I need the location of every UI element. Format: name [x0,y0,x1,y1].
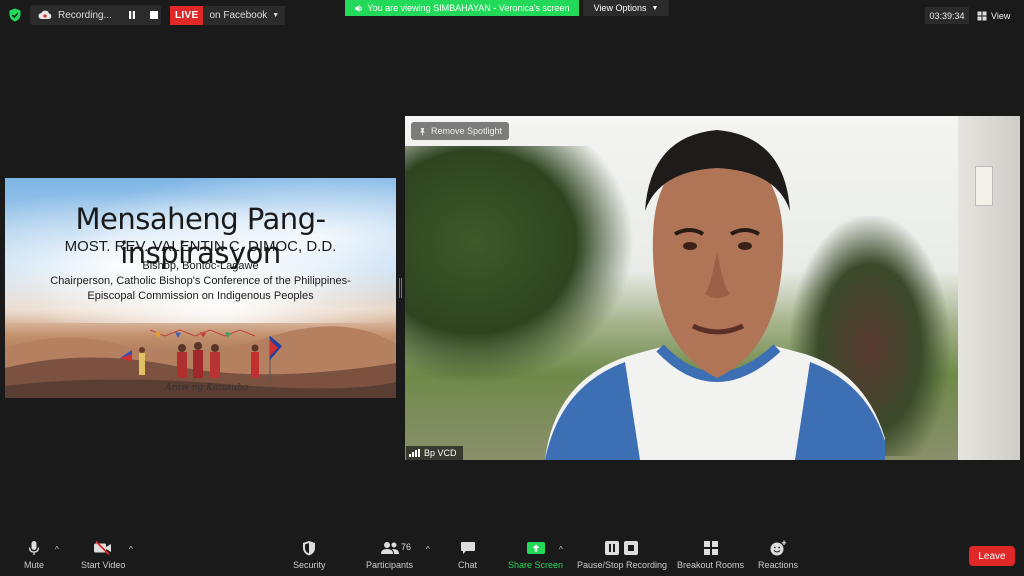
stop-recording-icon[interactable] [150,11,158,19]
chat-button[interactable]: Chat [458,540,477,570]
start-video-button[interactable]: Start Video [81,540,125,570]
meeting-toolbar: Mute ^ Start Video ^ Security Participan… [0,536,1024,576]
slide-speaker-position: Chairperson, Catholic Bishop's Conferenc… [50,275,351,287]
cloud-recording-icon [38,10,52,19]
shield-check-icon[interactable] [8,8,22,22]
slide-signature: Araw ng Katutubo [165,383,249,393]
top-bar: Recording... LIVE on Facebook ▼ You are … [0,0,1024,30]
video-options-caret[interactable]: ^ [129,545,133,554]
breakout-rooms-label: Breakout Rooms [677,560,745,570]
shared-screen-slide: Mensaheng Pang-inspirasyon MOST. REV. VA… [5,178,396,398]
recording-label: Recording... [58,9,112,21]
start-video-label: Start Video [81,560,126,570]
live-target-dropdown[interactable]: on Facebook ▼ [203,6,286,25]
breakout-rooms-icon [703,541,718,555]
viewing-banner-text: You are viewing SIMBAHAYAN - Veronica's … [367,3,570,13]
mute-label: Mute [24,560,45,570]
caret-down-icon: ▼ [272,12,280,19]
breakout-rooms-button[interactable]: Breakout Rooms [677,540,744,570]
signal-strength-icon [409,449,420,457]
reactions-label: Reactions [758,560,799,570]
participants-options-caret[interactable]: ^ [426,545,430,554]
pause-stop-recording-button[interactable]: Pause/Stop Recording [577,540,667,570]
slide-speaker-name: MOST. REV. VALENTIN C. DIMOC, D.D. [64,238,337,255]
video-off-icon [94,540,112,556]
participant-video[interactable] [405,116,1020,460]
pause-stop-label: Pause/Stop Recording [577,560,668,570]
share-screen-icon [526,542,545,554]
smiley-plus-icon [770,540,787,556]
meeting-timer: 03:39:34 [925,7,969,24]
share-options-caret[interactable]: ^ [559,545,563,554]
microphone-icon [28,541,40,555]
view-layout-button[interactable]: View [977,7,1010,24]
participants-count: 76 [401,542,412,552]
view-label: View [991,10,1011,21]
chat-bubble-icon [460,542,475,554]
participant-name-tag: Bp VCD [406,446,463,460]
mute-button[interactable]: Mute [24,540,44,570]
leave-button[interactable]: Leave [969,546,1015,566]
participant-name: Bp VCD [424,448,457,458]
split-resize-handle[interactable] [399,278,402,298]
participants-icon [380,542,399,554]
indigenous-figures-illustration [120,329,282,382]
viewing-banner: You are viewing SIMBAHAYAN - Veronica's … [345,0,579,16]
share-screen-button[interactable]: Share Screen [508,540,563,570]
share-screen-label: Share Screen [508,560,564,570]
speaker-icon [355,4,363,12]
reactions-button[interactable]: Reactions [758,540,798,570]
view-options-button[interactable]: View Options ▼ [583,0,669,16]
slide-speaker-commission: Episcopal Commission on Indigenous Peopl… [87,290,314,302]
live-target-label: on Facebook [209,10,268,21]
remove-spotlight-button[interactable]: Remove Spotlight [411,122,510,140]
video-light-switch [975,166,993,206]
caret-down-icon: ▼ [651,4,659,12]
pin-icon [420,127,425,135]
slide-speaker-role: Bishop, Bontoc-Lagawe [142,260,259,272]
view-options-label: View Options [593,3,647,13]
participants-label: Participants [366,560,414,570]
grid-view-icon [977,11,987,20]
remove-spotlight-label: Remove Spotlight [431,126,503,136]
security-label: Security [293,560,326,570]
pause-recording-icon[interactable] [127,10,137,20]
chat-label: Chat [458,560,478,570]
security-button[interactable]: Security [293,540,326,570]
recording-indicator: Recording... [30,5,161,25]
mute-options-caret[interactable]: ^ [55,545,59,554]
participant-figure [545,130,885,460]
pause-stop-icon [605,541,639,555]
live-badge: LIVE [170,6,204,25]
live-stream-indicator[interactable]: LIVE on Facebook ▼ [170,6,286,25]
shield-icon [303,541,316,556]
